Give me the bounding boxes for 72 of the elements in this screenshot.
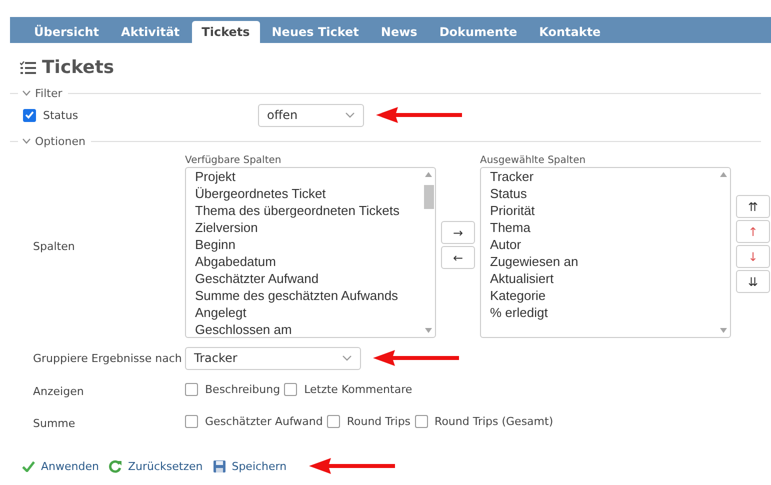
move-column-button[interactable]: ← (441, 246, 475, 269)
scroll-up-icon[interactable] (720, 172, 727, 177)
checkmark-icon (22, 460, 35, 472)
list-item[interactable]: Abgabedatum (195, 253, 422, 270)
list-item[interactable]: Autor (490, 236, 717, 253)
nav-tab[interactable]: Neues Ticket (262, 21, 369, 43)
chevron-icon (22, 90, 31, 96)
reorder-button[interactable]: ↓ (736, 245, 770, 268)
list-item[interactable]: Aktualisiert (490, 270, 717, 287)
columns-label: Spalten (33, 240, 76, 253)
row-label: Anzeigen (33, 384, 85, 398)
reload-icon (108, 460, 122, 472)
list-item[interactable]: % erledigt (490, 304, 717, 321)
available-columns-list[interactable]: Projekt Übergeordnetes Ticket Thema des übergeordneten Tickets Zielversion Beginn Abgabedatum Geschätzter Aufwand Summe des geschätzten Aufwands Angelegt Geschlossen am (185, 167, 436, 338)
action-link[interactable]: Speichern (212, 460, 287, 472)
nav-tab[interactable]: Übersicht (24, 21, 110, 43)
scrollbar-thumb[interactable] (424, 185, 434, 209)
action-link[interactable]: Zurücksetzen (108, 460, 203, 472)
action-link[interactable]: Anwenden (22, 460, 99, 472)
option-label: Round Trips (346, 414, 411, 428)
caret-icon (342, 355, 352, 361)
list-item[interactable]: Summe des geschätzten Aufwands (195, 287, 422, 304)
options-legend[interactable]: Optionen (22, 134, 88, 148)
row-label: Summe (33, 416, 76, 430)
group-by-select[interactable]: Tracker (185, 346, 361, 370)
status-select[interactable]: offen (258, 104, 364, 126)
list-item[interactable]: Angelegt (195, 304, 422, 321)
checkbox[interactable] (185, 414, 198, 428)
chevron-icon (22, 138, 31, 144)
nav-tab[interactable]: Aktivität (111, 21, 190, 43)
list-item[interactable]: Thema (490, 219, 717, 236)
task-list-icon (20, 60, 36, 74)
checkbox[interactable] (23, 108, 36, 122)
list-item[interactable]: Projekt (195, 168, 422, 185)
scroll-down-icon[interactable] (425, 328, 432, 333)
nav-tab[interactable]: Dokumente (429, 21, 528, 43)
filter-legend[interactable]: Filter (22, 86, 64, 100)
list-item[interactable]: Zugewiesen an (490, 253, 717, 270)
reorder-button[interactable]: ↑ (736, 220, 770, 243)
list-item[interactable]: Geschätzter Aufwand (195, 270, 422, 287)
checkbox[interactable] (414, 414, 428, 428)
option-label: Geschätzter Aufwand (205, 414, 323, 428)
list-item[interactable]: Übergeordnetes Ticket (195, 185, 422, 202)
caret-icon (345, 112, 355, 118)
scroll-down-icon[interactable] (720, 328, 727, 333)
list-item[interactable]: Priorität (490, 202, 717, 219)
checkbox[interactable] (326, 414, 340, 428)
list-item[interactable]: Beginn (195, 236, 422, 253)
list-title: Ausgewählte Spalten (480, 155, 587, 167)
reorder-button[interactable]: ⇊ (736, 270, 770, 293)
option-label: Letzte Kommentare (304, 382, 412, 396)
checkbox[interactable] (284, 382, 298, 396)
list-item[interactable]: Thema des übergeordneten Tickets (195, 202, 422, 219)
nav-tab[interactable]: Kontakte (529, 21, 611, 43)
nav-tab[interactable]: News (370, 21, 428, 43)
scroll-up-icon[interactable] (425, 172, 432, 177)
reorder-button[interactable]: ⇈ (736, 195, 770, 218)
option-label: Round Trips (Gesamt) (434, 414, 554, 428)
list-item[interactable]: Kategorie (490, 287, 717, 304)
list-item[interactable]: Status (490, 185, 717, 202)
group-by-label: Gruppiere Ergebnisse nach (33, 352, 183, 364)
list-title: Verfügbare Spalten (185, 155, 282, 167)
list-item[interactable]: Tracker (490, 168, 717, 185)
status-label: Status (43, 108, 78, 122)
option-label: Beschreibung (205, 382, 280, 396)
list-item[interactable]: Geschlossen am (195, 321, 422, 337)
selected-columns-list[interactable]: Tracker Status Priorität Thema Autor Zugewiesen an Aktualisiert Kategorie % erledigt (480, 167, 731, 338)
nav-tab[interactable]: Tickets (192, 21, 260, 43)
page-title: Tickets (42, 57, 114, 78)
list-item[interactable]: Zielversion (195, 219, 422, 236)
checkbox[interactable] (185, 382, 198, 396)
move-column-button[interactable]: → (441, 221, 475, 244)
